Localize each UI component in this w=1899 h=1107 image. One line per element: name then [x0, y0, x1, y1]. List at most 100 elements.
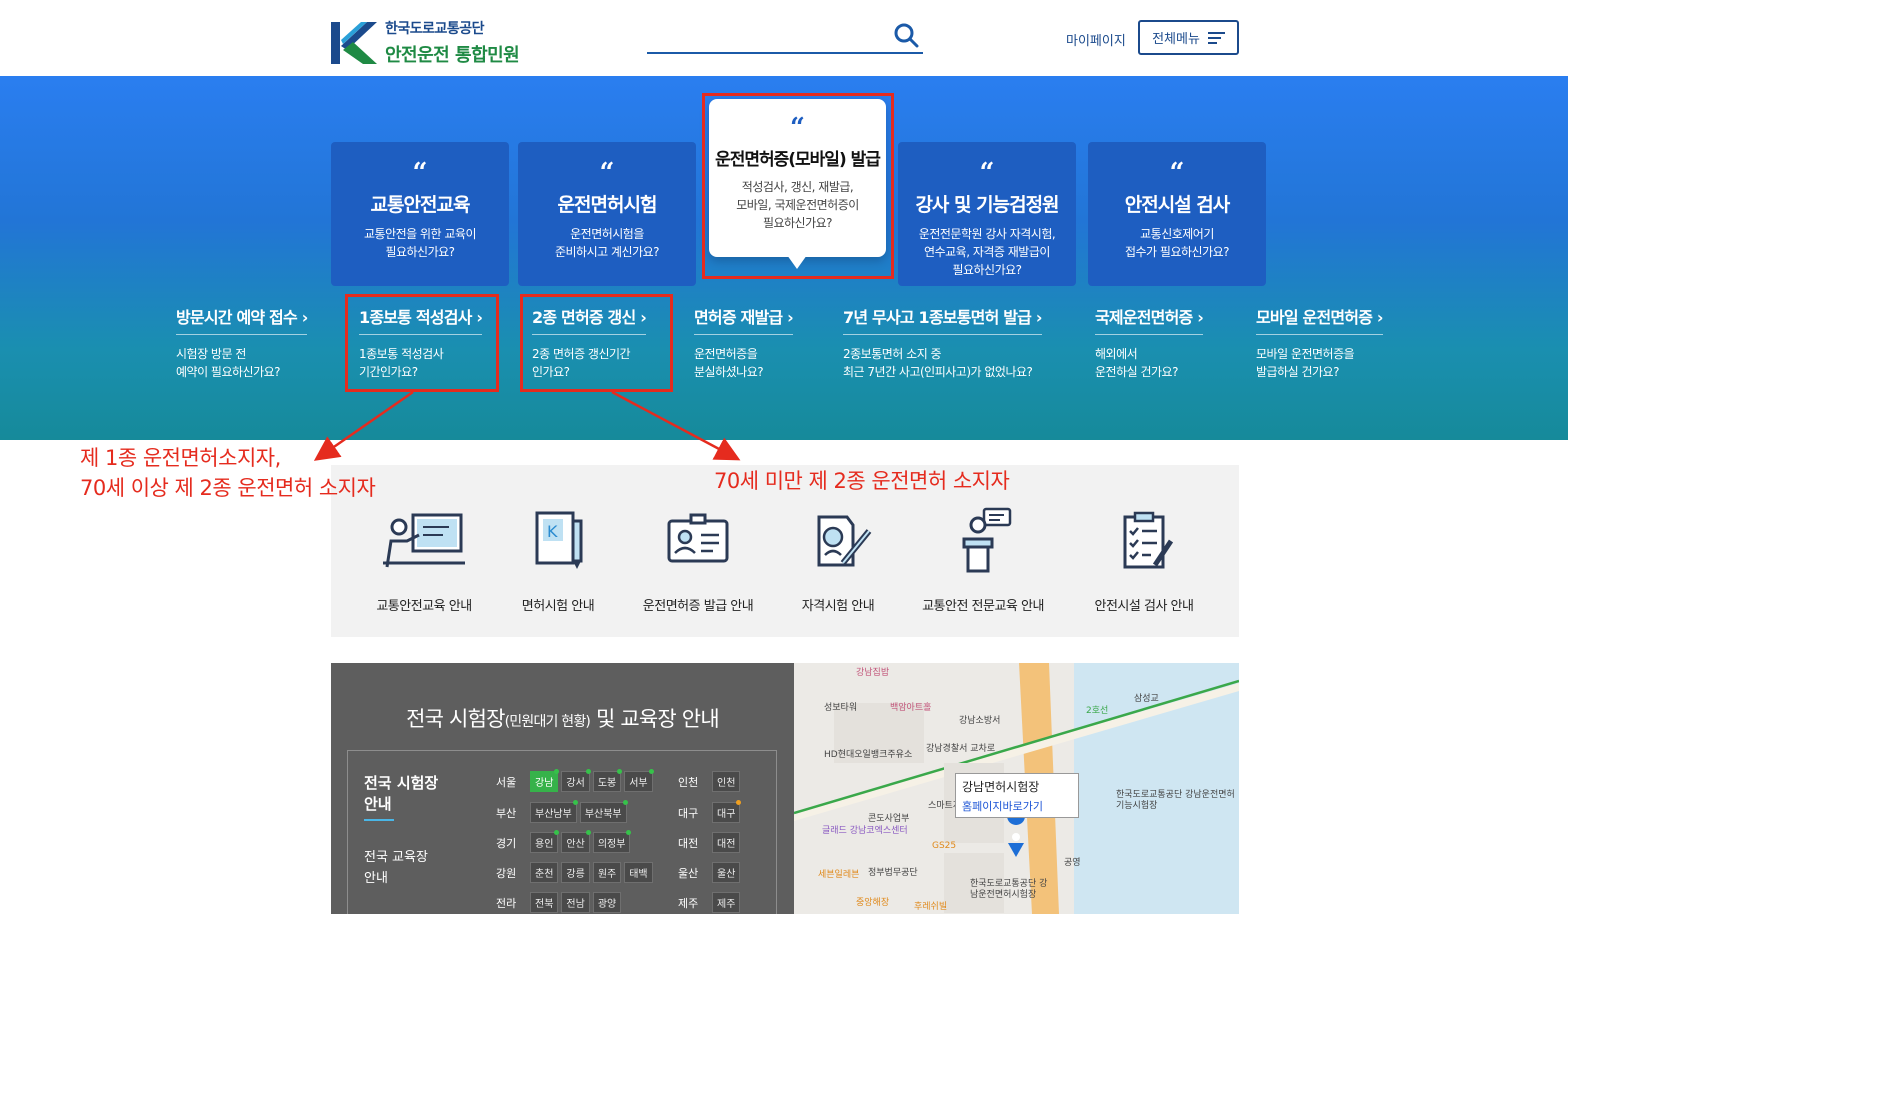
- info-item-traffic-education[interactable]: 교통안전교육 안내: [349, 507, 499, 614]
- quick-link-international[interactable]: 국제운전면허증 › 해외에서 운전하실 건가요?: [1095, 304, 1204, 381]
- tab-test-centers[interactable]: 전국 시험장 안내: [364, 773, 454, 821]
- card-safety-facility[interactable]: “ 안전시설 검사 교통신호제어기 접수가 필요하신가요?: [1088, 142, 1266, 286]
- region-row-daejeon: 대전 대전: [678, 832, 743, 853]
- status-dot: [554, 830, 560, 835]
- card-desc: 필요하신가요?: [952, 263, 1022, 277]
- center-tag-jeonnam[interactable]: 전남: [561, 892, 590, 913]
- card-desc: 준비하시고 계신가요?: [554, 245, 660, 259]
- region-label: 제주: [678, 896, 699, 910]
- center-tag-label: 서부: [629, 778, 648, 789]
- center-tag-gangnam[interactable]: 강남: [530, 769, 560, 792]
- quick-link-mobile-license[interactable]: 모바일 운전면허증 › 모바일 운전면허증을 발급하실 건가요?: [1256, 304, 1383, 381]
- center-tag-busan-north[interactable]: 부산북부: [579, 800, 628, 823]
- map-label: GS25: [932, 841, 957, 851]
- quick-link-desc: 운전하실 건가요?: [1095, 365, 1178, 379]
- highlight-box-license-issue: [702, 93, 894, 279]
- center-tag-seobu[interactable]: 서부: [624, 769, 654, 792]
- region-row-daegu: 대구 대구: [678, 800, 743, 823]
- center-tag-daejeon[interactable]: 대전: [712, 832, 741, 853]
- center-tag-incheon[interactable]: 인천: [712, 771, 741, 792]
- chevron-right-icon: ›: [1376, 308, 1384, 327]
- center-tag-gangneung[interactable]: 강릉: [561, 862, 590, 883]
- card-desc: 교통안전을 위한 교육이: [363, 227, 477, 241]
- center-tag-label: 강서: [566, 778, 585, 789]
- region-row-jeolla: 전라 전북 전남 광양: [496, 892, 624, 913]
- allmenu-button[interactable]: 전체메뉴: [1138, 20, 1239, 55]
- region-row-busan: 부산 부산남부 부산북부: [496, 800, 630, 823]
- center-tag-gwangyang[interactable]: 광양: [592, 892, 622, 913]
- status-dot: [585, 769, 591, 774]
- quote-icon: “: [412, 158, 428, 188]
- status-dot: [617, 769, 623, 774]
- center-tag-label: 춘천: [535, 869, 554, 880]
- search-icon[interactable]: [893, 22, 919, 48]
- koroad-logo-icon: [331, 21, 377, 64]
- map-label: 백암아트홀: [890, 703, 932, 713]
- info-item-label: 면허시험 안내: [521, 599, 595, 614]
- homepage-link[interactable]: 홈페이지바로가기: [962, 798, 1072, 814]
- annotation-left-line1: 제 1종 운전면허소지자,: [80, 446, 281, 470]
- quick-link-reissue[interactable]: 면허증 재발급 › 운전면허증을 분실하셨나요?: [694, 304, 794, 381]
- region-row-ulsan: 울산 울산: [678, 862, 743, 883]
- center-tag-wonju[interactable]: 원주: [592, 862, 622, 883]
- center-tag-label: 용인: [535, 839, 554, 850]
- quick-link-desc: 해외에서: [1095, 347, 1138, 361]
- search-bar: [647, 20, 923, 54]
- card-instructor[interactable]: “ 강사 및 기능검정원 운전전문학원 강사 자격시험, 연수교육, 자격증 재발…: [898, 142, 1076, 286]
- id-card-icon: [667, 513, 729, 563]
- clipboard-check-icon: [1123, 511, 1174, 569]
- center-tag-label: 전북: [535, 899, 554, 910]
- quote-icon: “: [599, 158, 615, 188]
- center-tag-busan-south[interactable]: 부산남부: [530, 800, 578, 823]
- allmenu-label: 전체메뉴: [1152, 32, 1200, 47]
- info-item-label: 교통안전교육 안내: [376, 599, 472, 614]
- header: 한국도로교통공단 안전운전 통합민원 마이페이지 전체메뉴: [0, 0, 1568, 76]
- center-tag-label: 태백: [629, 869, 648, 880]
- info-item-expert-education[interactable]: 교통안전 전문교육 안내: [908, 507, 1058, 614]
- quick-link-desc: 2종보통면허 소지 중: [843, 347, 942, 361]
- center-tag-taebaek[interactable]: 태백: [624, 862, 653, 883]
- tab-education-centers[interactable]: 전국 교육장 안내: [364, 847, 454, 889]
- center-tag-uijeongbu[interactable]: 의정부: [592, 830, 632, 853]
- region-row-incheon: 인천 인천: [678, 771, 743, 792]
- quick-link-desc: 발급하실 건가요?: [1256, 365, 1339, 379]
- mypage-link[interactable]: 마이페이지: [1066, 30, 1126, 49]
- center-tag-ansan[interactable]: 안산: [561, 830, 591, 853]
- map-label: HD현대오일뱅크주유소: [824, 750, 913, 760]
- info-item-qualification-test[interactable]: 자격시험 안내: [763, 507, 913, 614]
- center-tag-label: 원주: [597, 869, 617, 880]
- centers-title-end: 및 교육장 안내: [590, 707, 720, 731]
- quick-link-title: 7년 무사고 1종보통면허 발급: [843, 308, 1032, 327]
- center-tag-ulsan[interactable]: 울산: [712, 862, 741, 883]
- center-tag-gangseo[interactable]: 강서: [561, 769, 591, 792]
- center-tag-label: 강남: [535, 778, 554, 789]
- center-tag-daegu[interactable]: 대구: [712, 800, 742, 823]
- quote-icon: “: [1169, 158, 1185, 188]
- info-item-license-test[interactable]: K 면허시험 안내: [483, 507, 633, 614]
- region-label: 경기: [496, 836, 517, 850]
- center-tag-jeju[interactable]: 제주: [712, 892, 741, 913]
- info-item-safety-inspection[interactable]: 안전시설 검사 안내: [1069, 507, 1219, 614]
- center-tag-dobong[interactable]: 도봉: [592, 769, 623, 792]
- quick-link-7year-upgrade[interactable]: 7년 무사고 1종보통면허 발급 › 2종보통면허 소지 중 최근 7년간 사고(…: [843, 304, 1042, 381]
- center-tag-yongin[interactable]: 용인: [530, 830, 560, 853]
- map-popup: 강남면허시험장 홈페이지바로가기: [955, 773, 1079, 818]
- tab-label: 전국 시험장: [364, 774, 439, 792]
- center-tag-chuncheon[interactable]: 춘천: [530, 862, 559, 883]
- annotation-left: 제 1종 운전면허소지자, 70세 이상 제 2종 운전면허 소지자: [80, 443, 376, 503]
- region-label: 울산: [678, 866, 699, 880]
- quick-link-desc: 최근 7년간 사고(인피사고)가 없었나요?: [843, 365, 1033, 379]
- center-tag-label: 전남: [566, 899, 585, 910]
- info-item-license-issue[interactable]: 운전면허증 발급 안내: [623, 507, 773, 614]
- region-label: 대구: [678, 806, 699, 820]
- center-tag-jeonbuk[interactable]: 전북: [530, 892, 559, 913]
- quick-link-visit-reservation[interactable]: 방문시간 예약 접수 › 시험장 방문 전 예약이 필요하신가요?: [176, 304, 308, 381]
- logo[interactable]: 한국도로교통공단 안전운전 통합민원: [331, 18, 520, 67]
- info-item-label: 운전면허증 발급 안내: [642, 599, 754, 614]
- card-license-test[interactable]: “ 운전면허시험 운전면허시험을 준비하시고 계신가요?: [518, 142, 696, 286]
- search-input[interactable]: [647, 20, 887, 50]
- center-tag-label: 부산북부: [584, 809, 622, 820]
- quick-link-desc: 분실하셨나요?: [694, 365, 764, 379]
- center-tag-label: 부산남부: [535, 809, 572, 820]
- card-traffic-education[interactable]: “ 교통안전교육 교통안전을 위한 교육이 필요하신가요?: [331, 142, 509, 286]
